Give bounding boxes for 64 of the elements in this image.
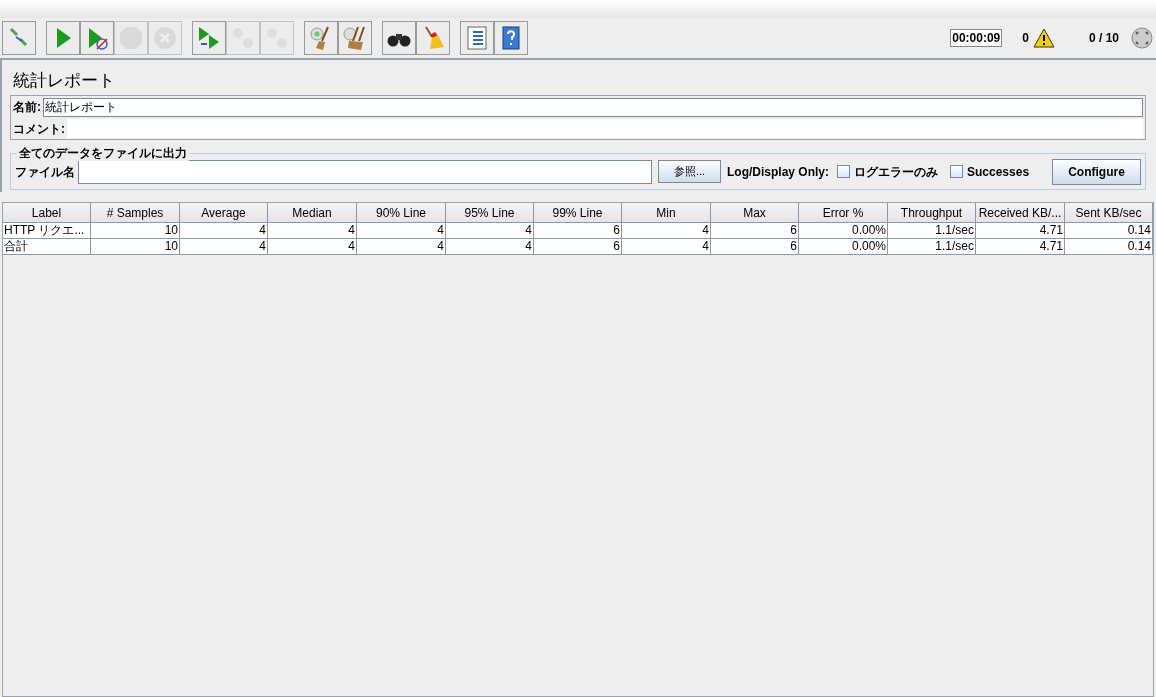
table-cell: 6 bbox=[534, 239, 622, 255]
name-label: 名前: bbox=[13, 99, 41, 116]
toolbar-button[interactable] bbox=[338, 21, 372, 55]
toolbar-button[interactable] bbox=[494, 21, 528, 55]
table-cell: 0.00% bbox=[799, 239, 888, 255]
comment-label: コメント: bbox=[13, 120, 65, 138]
column-header[interactable]: 90% Line bbox=[357, 203, 446, 223]
table-cell: 4 bbox=[446, 239, 534, 255]
table-cell: 6 bbox=[711, 239, 799, 255]
column-header[interactable]: Label bbox=[3, 203, 91, 223]
checkbox[interactable] bbox=[950, 165, 963, 178]
column-header[interactable]: Median bbox=[268, 203, 357, 223]
name-field[interactable]: 統計レポート bbox=[43, 97, 1143, 117]
file-name-field[interactable] bbox=[78, 159, 652, 184]
table-cell: 4 bbox=[357, 239, 446, 255]
table-cell: 6 bbox=[534, 223, 622, 239]
checkbox[interactable] bbox=[837, 165, 850, 178]
column-header[interactable]: # Samples bbox=[91, 203, 180, 223]
table-cell: 0.14 bbox=[1065, 223, 1153, 239]
table-cell: 6 bbox=[711, 223, 799, 239]
table-cell: 4 bbox=[446, 223, 534, 239]
table-cell: 4 bbox=[268, 223, 357, 239]
checkbox-label: ログエラーのみ bbox=[854, 163, 938, 181]
thread-count: 0 / 10 bbox=[1088, 30, 1119, 47]
browse-button[interactable]: 参照... bbox=[658, 160, 721, 183]
table-cell: 合計 bbox=[3, 239, 91, 255]
warning-icon bbox=[1032, 28, 1055, 48]
table-cell: 0.14 bbox=[1065, 239, 1153, 255]
table-cell: 1.1/sec bbox=[888, 239, 976, 255]
column-header[interactable]: Sent KB/sec bbox=[1065, 203, 1153, 223]
table-cell: 4 bbox=[268, 239, 357, 255]
table-cell: 4 bbox=[180, 239, 268, 255]
table-cell: 1.1/sec bbox=[888, 223, 976, 239]
table-cell: 4 bbox=[622, 223, 711, 239]
column-header[interactable]: Throughput bbox=[888, 203, 976, 223]
table-cell: 4 bbox=[180, 223, 268, 239]
toolbar-button[interactable] bbox=[382, 21, 416, 55]
table-cell: 10 bbox=[91, 223, 180, 239]
table-cell: 4.71 bbox=[976, 239, 1065, 255]
elapsed-time: 00:00:09 bbox=[950, 29, 1003, 47]
column-header[interactable]: 99% Line bbox=[534, 203, 622, 223]
checkbox-label: Successes bbox=[967, 163, 1030, 181]
column-header[interactable]: Received KB/... bbox=[976, 203, 1065, 223]
table-cell: 4 bbox=[622, 239, 711, 255]
list-icon bbox=[464, 25, 490, 51]
table-cell: HTTP リクエ... bbox=[3, 223, 91, 239]
group-legend: 全てのデータをファイルに出力 bbox=[17, 145, 189, 161]
log-display-label: Log/Display Only: bbox=[727, 163, 829, 181]
warning-count: 0 bbox=[1022, 30, 1029, 47]
column-header[interactable]: Error % bbox=[799, 203, 888, 223]
configure-button[interactable]: Configure bbox=[1052, 158, 1141, 185]
comment-field[interactable] bbox=[67, 119, 1143, 138]
file-name-label: ファイル名 bbox=[15, 163, 75, 181]
table-cell: 0.00% bbox=[799, 223, 888, 239]
column-header[interactable]: Max bbox=[711, 203, 799, 223]
column-header[interactable]: Min bbox=[622, 203, 711, 223]
table-cell: 10 bbox=[91, 239, 180, 255]
brooms-icon bbox=[342, 25, 368, 51]
column-header[interactable]: Average bbox=[180, 203, 268, 223]
panel-title: 統計レポート bbox=[13, 70, 116, 92]
column-header[interactable]: 95% Line bbox=[446, 203, 534, 223]
table-cell: 4.71 bbox=[976, 223, 1065, 239]
status-indicator-icon bbox=[1131, 27, 1153, 49]
table-cell: 4 bbox=[357, 223, 446, 239]
